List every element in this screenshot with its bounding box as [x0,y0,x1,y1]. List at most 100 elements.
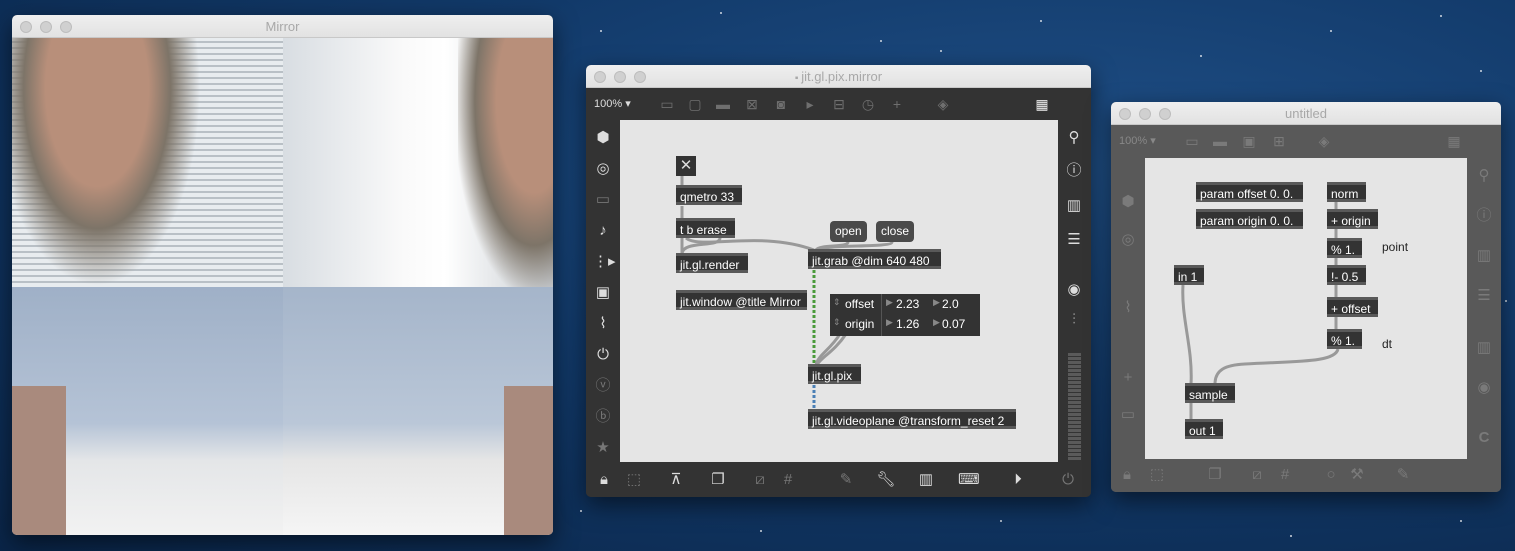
jit-gl-pix-object[interactable]: jit.gl.pix [808,364,861,384]
param-origin-object[interactable]: param origin 0. 0. [1196,209,1303,229]
debug-icon[interactable]: ✎ [1393,465,1413,485]
attr-value-2[interactable]: 2.0 [942,297,959,311]
codebox-icon[interactable]: ⊞ [1270,132,1288,150]
outlet-object[interactable]: out 1 [1185,419,1223,439]
camera-icon[interactable]: ◉ [1064,280,1084,300]
presentation-mode-icon[interactable]: ⊼ [666,470,686,490]
paint-bucket-icon[interactable]: ◈ [934,95,952,113]
comment-icon[interactable]: ▬ [1211,132,1229,150]
search-icon[interactable]: ⚲ [1064,128,1084,148]
norm-object[interactable]: norm [1327,182,1366,202]
toggle-icon[interactable]: ⊠ [743,95,761,113]
sequence-icon[interactable]: ⋮▸ [593,252,616,272]
zoom-select[interactable]: 100% ▾ [1119,134,1156,147]
number-icon[interactable]: ⊟ [830,95,848,113]
camera-icon[interactable]: ◉ [1474,378,1494,398]
target-icon[interactable]: ◎ [593,159,613,179]
cube-icon[interactable]: ⬢ [1118,192,1138,212]
attr-value-1[interactable]: 1.26 [896,317,919,331]
object-box-icon[interactable]: ▣ [1240,132,1258,150]
star-icon[interactable]: ★ [593,438,613,458]
presentation-icon[interactable]: ▭ [1183,132,1201,150]
debug-icon[interactable]: ✎ [836,470,856,490]
plus-icon[interactable]: + [1118,368,1138,388]
attrui-offset[interactable]: ⇕ offset ▶ 2.23 ▶ 2.0 [830,294,980,336]
slider-icon[interactable]: ▸ [801,95,819,113]
keyboard-icon[interactable]: ▭ [593,190,613,210]
gen-titlebar[interactable]: untitled [1111,102,1501,125]
dial-icon[interactable]: ◷ [859,95,877,113]
c-icon[interactable]: C [1474,428,1494,448]
music-note-icon[interactable]: ♪ [593,221,613,241]
close-message[interactable]: close [876,221,915,242]
sample-object[interactable]: sample [1185,383,1235,403]
minimize-window-button[interactable] [614,71,626,83]
comment-icon[interactable]: ▬ [714,95,732,113]
attr-value-2[interactable]: 0.07 [942,317,965,331]
mirror-titlebar[interactable]: Mirror [12,15,553,38]
message-icon[interactable]: ▢ [686,95,704,113]
windows-icon[interactable]: ❐ [708,470,728,490]
cube-icon[interactable]: ⬢ [593,128,613,148]
circle-icon[interactable]: ○ [1321,465,1341,485]
paperclip-icon[interactable]: ⌇ [1118,298,1138,318]
trigger-object[interactable]: t b erase [676,218,735,238]
attr-value-1[interactable]: 2.23 [896,297,919,311]
power-icon[interactable]: ⏻ [1058,470,1078,490]
mute-icon[interactable]: ⧄ [1247,465,1267,485]
modulo-object[interactable]: % 1. [1327,238,1362,258]
close-window-button[interactable] [594,71,606,83]
plug-icon[interactable]: ⏻ [593,345,613,365]
jit-gl-render-object[interactable]: jit.gl.render [676,253,748,273]
image-icon[interactable]: ▣ [593,283,613,303]
close-window-button[interactable] [1119,108,1131,120]
zoom-window-button[interactable] [60,21,72,33]
beap-icon[interactable]: ⓑ [593,407,613,427]
pix-titlebar[interactable]: ▪ jit.gl.pix.mirror [586,65,1091,88]
wrench-icon[interactable]: 🔧︎ [876,470,896,490]
pix-patcher-canvas[interactable]: ✕ qmetro 33 t b erase jit.gl.render jit.… [620,120,1058,462]
grid-icon[interactable]: ▦ [1445,132,1463,150]
target-icon[interactable]: ◎ [1118,230,1138,250]
attr-stepper-icon[interactable]: ⇕ [833,317,841,328]
minimize-window-button[interactable] [40,21,52,33]
button-icon[interactable]: ◙ [772,95,790,113]
inlet-object[interactable]: in 1 [1174,265,1204,285]
paint-bucket-icon[interactable]: ◈ [1315,132,1333,150]
attrui-origin[interactable]: ⇕ origin ▶ 1.26 ▶ 0.07 [830,317,980,335]
book-icon[interactable]: ▥ [1474,246,1494,266]
lock-icon[interactable]: 🔒︎ [1117,465,1137,485]
vizzie-icon[interactable]: ⓥ [593,376,613,396]
keyboard-map-icon[interactable]: ⌨ [958,470,980,490]
add-offset-object[interactable]: + offset [1327,297,1378,317]
grid-snap-icon[interactable]: # [778,470,798,490]
open-message[interactable]: open [830,221,867,242]
search-icon[interactable]: ⚲ [1474,166,1494,186]
hammer-icon[interactable]: ⚒ [1347,465,1367,485]
param-offset-object[interactable]: param offset 0. 0. [1196,182,1303,202]
grid-snap-icon[interactable]: # [1275,465,1295,485]
reference-icon[interactable]: ▥ [1474,338,1494,358]
jit-gl-videoplane-object[interactable]: jit.gl.videoplane @transform_reset 2 [808,409,1016,429]
gen-patcher-canvas[interactable]: param offset 0. 0. param origin 0. 0. no… [1145,158,1467,459]
qmetro-object[interactable]: qmetro 33 [676,185,742,205]
info-icon[interactable]: ⓘ [1474,206,1494,226]
zoom-select[interactable]: 100% ▾ [594,97,631,110]
close-window-button[interactable] [20,21,32,33]
paperclip-icon[interactable]: ⌇ [593,314,613,334]
mixer-icon[interactable]: ⫶ [1064,310,1084,330]
presentation-icon[interactable]: ▭ [658,95,676,113]
grid-icon[interactable]: ▦ [1033,95,1051,113]
plus-icon[interactable]: + [888,95,906,113]
jit-window-object[interactable]: jit.window @title Mirror [676,290,807,310]
piano-icon[interactable]: ▥ [916,470,936,490]
lock-icon[interactable]: 🔒︎ [594,470,614,490]
add-origin-object[interactable]: + origin [1327,209,1378,229]
edit-mode-icon[interactable]: ⬚ [624,470,644,490]
list-icon[interactable]: ☰ [1064,230,1084,250]
minimize-window-button[interactable] [1139,108,1151,120]
info-icon[interactable]: ⓘ [1064,161,1084,181]
list-icon[interactable]: ☰ [1474,286,1494,306]
toggle[interactable]: ✕ [676,156,696,176]
reverse-subtract-object[interactable]: !- 0.5 [1327,265,1366,285]
